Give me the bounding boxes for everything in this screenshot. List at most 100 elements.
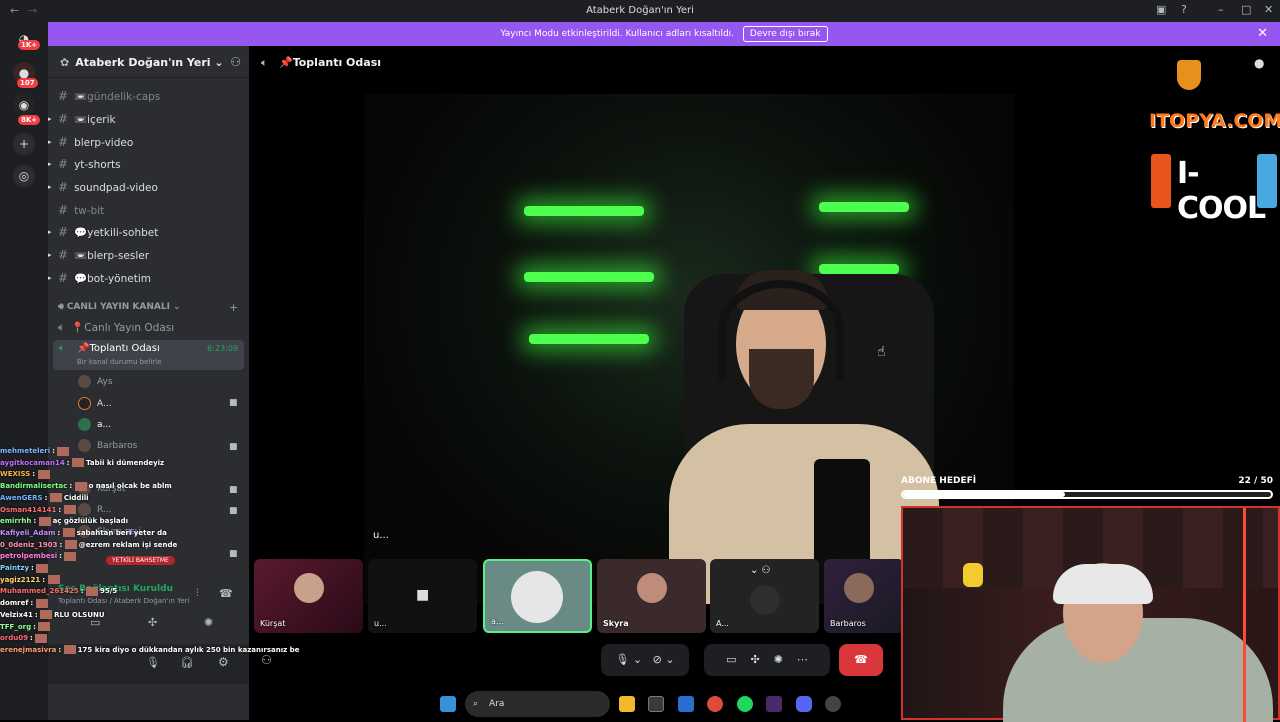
voice-user[interactable]: a... [78, 417, 111, 433]
chat-username: Osman414141 [0, 505, 57, 514]
mouse-cursor-icon: ☝ [877, 344, 886, 360]
disable-streamer-mode-button[interactable]: Devre dışı bırak [742, 26, 828, 42]
participant-tile[interactable]: ⌄ ⚇ A... [710, 559, 819, 633]
chevron-down-icon[interactable]: ⌄ [665, 653, 674, 666]
chat-username: AwenGERS [0, 493, 43, 502]
speaker-icon: 🔈︎ [58, 320, 66, 334]
chat-message: WEXISS: [0, 469, 300, 481]
chat-message: petrolpembesi: [0, 551, 300, 563]
voice-channel-name: 📌Toplantı Odası [77, 343, 160, 354]
camera-off-icon[interactable]: ⊘ [653, 653, 662, 666]
participant-tile[interactable]: ■ u... [368, 559, 477, 633]
channel-status-hint[interactable]: Bir kanal durumu belirle [77, 358, 161, 366]
channel-item[interactable]: ▸ # 📼blerp-sesler [48, 246, 243, 264]
chat-username: Paintzy [0, 564, 30, 573]
mail-icon[interactable] [678, 696, 694, 712]
chat-message: Muhammed_261425: 95/5 [0, 586, 118, 596]
voice-user[interactable]: A... [78, 396, 112, 412]
leave-call-button[interactable]: ☎ [839, 644, 883, 676]
close-icon[interactable]: ✕ [1264, 3, 1273, 16]
obs-icon[interactable] [825, 696, 841, 712]
call-channel-title: 📌Toplantı Odası [279, 56, 382, 69]
active-voice-channel[interactable]: 🔈︎ 📌Toplantı Odası 6:23:09 Bir kanal dur… [53, 340, 244, 370]
chat-text: 95/5 [99, 587, 118, 596]
channel-item[interactable]: ▸ # 📼içerik [48, 110, 243, 128]
voice-channel-live[interactable]: 🔈︎ 📍Canlı Yayın Odası [58, 318, 243, 336]
streamer-beanie [1053, 564, 1153, 604]
chat-bubble-icon[interactable]: ● [1254, 56, 1264, 70]
help-icon[interactable]: ? [1181, 3, 1187, 16]
participant-tile[interactable]: Barbaros [824, 559, 904, 633]
chat-text: Ciddili [63, 493, 89, 502]
minimize-icon[interactable]: – [1218, 3, 1224, 16]
speaker-icon: 🔈︎ [261, 56, 268, 69]
chat-text: o nasıl olcak be ablm [88, 482, 172, 491]
chat-badge-icon [63, 645, 76, 655]
chat-username: Velzix41 [0, 610, 33, 619]
chat-message: Kafiyeli_Adam: sabahtan beri yeter da [0, 528, 167, 538]
streamer-mode-banner: Yayıncı Modu etkinleştirildi. Kullanıcı … [48, 22, 1280, 46]
create-channel-icon[interactable]: + [229, 301, 238, 314]
screen-share-icon[interactable]: ▭ [726, 653, 736, 666]
participant-face [637, 573, 667, 603]
mic-camera-controls: 🎙︎ ⌄ ⊘ ⌄ [601, 644, 689, 676]
chat-username: TFF_org [0, 622, 32, 631]
participant-avatar [511, 571, 563, 623]
led-shelf [529, 334, 649, 344]
chevron-down-icon[interactable]: ⌄ [633, 653, 642, 666]
speaker-icon: 🔈︎ [59, 343, 65, 354]
chat-badge-icon [57, 446, 70, 456]
maximize-icon[interactable]: □ [1241, 3, 1251, 16]
server-gear-icon: ✿ [60, 56, 70, 69]
soundboard-icon[interactable]: ✺ [774, 653, 783, 666]
subscriber-goal: ABONE HEDEFİ 22 / 50 [901, 476, 1273, 499]
led-shelf [524, 206, 644, 216]
next-app-icon[interactable] [766, 696, 782, 712]
chat-badge-icon [40, 610, 53, 620]
invite-icon[interactable]: ⚇ [230, 55, 241, 69]
chat-message: domref: [0, 598, 300, 610]
avatar [78, 397, 91, 410]
channel-item[interactable]: ▸ # blerp-video [48, 133, 243, 151]
chat-username: domref [0, 599, 29, 608]
chat-message: Bandirmalisertac: o nasıl olcak be ablm [0, 481, 172, 491]
chat-badge-icon [35, 598, 48, 608]
microphone-icon[interactable]: 🎙︎ [615, 653, 629, 666]
add-server-icon[interactable]: + [13, 133, 35, 155]
participant-tile[interactable]: Skyra [597, 559, 706, 633]
chrome-icon[interactable] [707, 696, 723, 712]
chat-message: ordu09: [0, 633, 300, 645]
participant-tile[interactable]: a... [483, 559, 592, 633]
chat-badge-icon [47, 575, 60, 585]
store-icon[interactable] [648, 696, 664, 712]
discover-icon[interactable]: ◎ [13, 165, 35, 187]
channel-item[interactable]: # tw-bit [58, 201, 243, 219]
channel-item[interactable]: ▸ # yt-shorts [48, 155, 243, 173]
close-banner-icon[interactable]: ✕ [1257, 22, 1268, 46]
chat-badge-icon [38, 622, 51, 632]
goal-value: 22 [1238, 476, 1251, 486]
chat-text: RLU OLSUNU [54, 610, 105, 619]
category-header[interactable]: 🔊︎ CANLI YAYIN KANALI ⌄ [58, 302, 181, 312]
file-explorer-icon[interactable] [619, 696, 635, 712]
chat-message: Paintzy: [0, 563, 300, 575]
channel-item[interactable]: ▸ # soundpad-video [48, 178, 243, 196]
channel-item[interactable]: ▸ # 💬yetkili-sohbet [48, 223, 243, 241]
chat-text: aç gözlülük başladı [52, 517, 129, 526]
server-header[interactable]: ✿ Ataberk Doğan'ın Yeri ⌄ ⚇ [48, 46, 249, 78]
spotify-icon[interactable] [737, 696, 753, 712]
activities-icon[interactable]: ✣ [750, 653, 759, 666]
windows-start-icon[interactable] [440, 696, 456, 712]
server-icon[interactable]: ◉ [13, 94, 35, 116]
chat-message: erenejmasivra: 175 kira diyo o dükkandan… [0, 645, 300, 657]
chevron-down-icon[interactable]: ⌄ ⚇ [750, 565, 771, 576]
discord-icon[interactable] [796, 696, 812, 712]
channel-item[interactable]: # 📼gündelik-caps [58, 87, 243, 105]
more-icon[interactable]: ⋯ [797, 653, 808, 666]
banner-text: Yayıncı Modu etkinleştirildi. Kullanıcı … [500, 29, 735, 39]
taskbar-search[interactable]: ⌕ Ara [465, 691, 610, 717]
inbox-icon[interactable]: ▣ [1156, 3, 1166, 16]
voice-user[interactable]: Ays [78, 374, 113, 390]
channel-item[interactable]: ▸ # 💬bot-yönetim [48, 269, 243, 287]
chat-message: Velzix41: RLU OLSUNU [0, 610, 105, 620]
